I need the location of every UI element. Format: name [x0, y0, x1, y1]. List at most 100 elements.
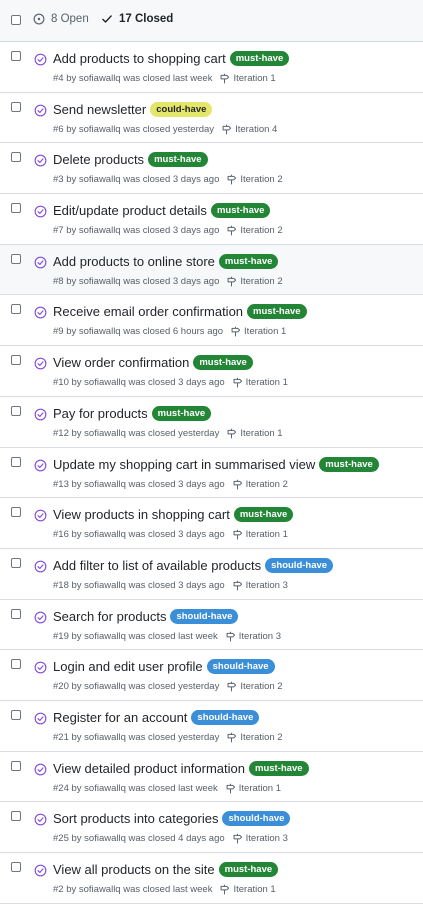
issue-milestone-link[interactable]: Iteration 2 [240, 174, 282, 185]
issue-select-checkbox[interactable] [11, 101, 21, 112]
milestone-icon [230, 326, 241, 337]
issue-title-link[interactable]: Receive email order confirmation [53, 304, 243, 319]
issue-select-checkbox[interactable] [11, 253, 21, 264]
issue-meta: #10 by sofiawallq was closed 3 days ago [53, 377, 225, 389]
issue-label[interactable]: must-have [233, 507, 294, 523]
issue-row[interactable]: Add products to online store must-have #… [0, 244, 423, 296]
issue-title-link[interactable]: Add products to online store [53, 254, 215, 269]
issue-milestone-link[interactable]: Iteration 2 [246, 479, 288, 490]
issue-milestone-link[interactable]: Iteration 1 [246, 529, 288, 540]
issue-row[interactable]: Add filter to list of available products… [0, 548, 423, 600]
issue-label[interactable]: must-have [193, 355, 253, 371]
issue-select-checkbox[interactable] [11, 507, 21, 518]
issue-title-link[interactable]: Search for products [53, 609, 166, 624]
open-issues-filter[interactable]: 8 Open [33, 13, 89, 25]
issue-select-checkbox[interactable] [11, 304, 21, 315]
issue-milestone-link[interactable]: Iteration 2 [240, 681, 282, 692]
issue-milestone-link[interactable]: Iteration 1 [233, 884, 275, 895]
issue-meta: #25 by sofiawallq was closed 4 days ago [53, 833, 225, 845]
issue-row[interactable]: Add products to shopping cart must-have … [0, 42, 423, 93]
issue-label[interactable]: could-have [150, 101, 213, 117]
issue-title-link[interactable]: Delete products [53, 152, 144, 167]
issue-select-checkbox[interactable] [11, 862, 21, 872]
issue-milestone-link[interactable]: Iteration 1 [233, 73, 275, 84]
issue-title-link[interactable]: Add products to shopping cart [53, 51, 226, 66]
issue-title-link[interactable]: Update my shopping cart in summarised vi… [53, 457, 315, 472]
issue-label[interactable]: must-have [229, 51, 290, 66]
issue-meta: #18 by sofiawallq was closed 3 days ago [53, 579, 225, 591]
issue-label[interactable]: should-have [170, 608, 239, 624]
issue-row[interactable]: Register for an account should-have #21 … [0, 700, 423, 752]
issue-label[interactable]: must-have [218, 862, 279, 877]
issue-label[interactable]: should-have [265, 557, 334, 573]
issue-row[interactable]: View order confirmation must-have #10 by… [0, 346, 423, 397]
issue-title-link[interactable]: Register for an account [53, 710, 187, 725]
issue-select-checkbox[interactable] [11, 203, 21, 214]
issue-label[interactable]: must-have [249, 760, 309, 776]
issue-select-checkbox[interactable] [11, 709, 21, 720]
issue-row[interactable]: Search for products should-have #19 by s… [0, 599, 423, 651]
issue-row[interactable]: Update my shopping cart in summarised vi… [0, 447, 423, 499]
issue-milestone-link[interactable]: Iteration 2 [240, 225, 282, 236]
issue-select-checkbox[interactable] [11, 760, 21, 771]
issue-title-link[interactable]: Sort products into categories [53, 811, 218, 826]
issue-select-checkbox[interactable] [11, 811, 21, 822]
issue-title-link[interactable]: View all products on the site [53, 862, 215, 877]
issue-label[interactable]: must-have [319, 456, 379, 472]
issue-label[interactable]: must-have [210, 203, 271, 219]
milestone-icon [232, 529, 243, 540]
issue-title-link[interactable]: Edit/update product details [53, 203, 207, 218]
issue-title-link[interactable]: Add filter to list of available products [53, 558, 261, 573]
issue-label[interactable]: must-have [247, 304, 307, 320]
issue-row[interactable]: Receive email order confirmation must-ha… [0, 295, 423, 347]
issue-milestone-link[interactable]: Iteration 3 [239, 631, 281, 642]
issue-row[interactable]: View all products on the site must-have … [0, 853, 423, 904]
issue-title-link[interactable]: View products in shopping cart [53, 507, 230, 522]
issue-select-checkbox[interactable] [11, 608, 21, 619]
issue-select-checkbox[interactable] [11, 355, 21, 366]
issue-milestone-link[interactable]: Iteration 1 [244, 326, 286, 337]
issue-closed-icon [34, 763, 47, 776]
issue-select-checkbox[interactable] [11, 456, 21, 467]
select-all-checkbox[interactable] [11, 15, 21, 25]
issue-title-link[interactable]: Login and edit user profile [53, 659, 203, 674]
issue-milestone-link[interactable]: Iteration 3 [246, 580, 288, 591]
issue-label[interactable]: must-have [151, 405, 212, 421]
issue-row[interactable]: View detailed product information must-h… [0, 751, 423, 803]
issue-select-checkbox[interactable] [11, 51, 21, 61]
issue-milestone-link[interactable]: Iteration 1 [239, 783, 281, 794]
issue-row[interactable]: Pay for products must-have #12 by sofiaw… [0, 396, 423, 448]
open-count-label: 8 Open [51, 13, 89, 25]
milestone-icon [226, 428, 237, 439]
issue-label[interactable]: should-have [206, 659, 275, 675]
issue-label[interactable]: must-have [148, 152, 208, 168]
issue-title-link[interactable]: View detailed product information [53, 761, 245, 776]
issue-row[interactable]: Login and edit user profile should-have … [0, 650, 423, 701]
issue-row[interactable]: Delete products must-have #3 by sofiawal… [0, 143, 423, 195]
issue-label[interactable]: should-have [191, 709, 260, 725]
issue-meta: #16 by sofiawallq was closed 3 days ago [53, 529, 225, 541]
issue-row[interactable]: Send newsletter could-have #6 by sofiawa… [0, 92, 423, 144]
issue-opened-icon [33, 13, 45, 25]
issue-milestone-link[interactable]: Iteration 1 [246, 377, 288, 388]
issue-milestone-link[interactable]: Iteration 1 [240, 428, 282, 439]
issue-label[interactable]: should-have [222, 811, 291, 827]
issue-title-link[interactable]: Send newsletter [53, 102, 146, 117]
closed-issues-filter[interactable]: 17 Closed [101, 13, 173, 25]
milestone-icon [226, 732, 237, 743]
issue-milestone-link[interactable]: Iteration 2 [240, 732, 282, 743]
issue-select-checkbox[interactable] [11, 405, 21, 416]
issue-select-checkbox[interactable] [11, 557, 21, 568]
issue-label[interactable]: must-have [218, 253, 279, 269]
issue-row[interactable]: Edit/update product details must-have #7… [0, 194, 423, 245]
issue-row[interactable]: View products in shopping cart must-have… [0, 498, 423, 549]
issue-select-checkbox[interactable] [11, 152, 21, 163]
issue-row[interactable]: Sort products into categories should-hav… [0, 802, 423, 853]
issue-title-link[interactable]: View order confirmation [53, 355, 189, 370]
issue-milestone-link[interactable]: Iteration 4 [235, 124, 277, 135]
issue-title-link[interactable]: Pay for products [53, 406, 148, 421]
issue-closed-icon [34, 611, 47, 624]
issue-milestone-link[interactable]: Iteration 2 [240, 276, 282, 287]
issue-milestone-link[interactable]: Iteration 3 [246, 833, 288, 844]
issue-select-checkbox[interactable] [11, 659, 21, 670]
